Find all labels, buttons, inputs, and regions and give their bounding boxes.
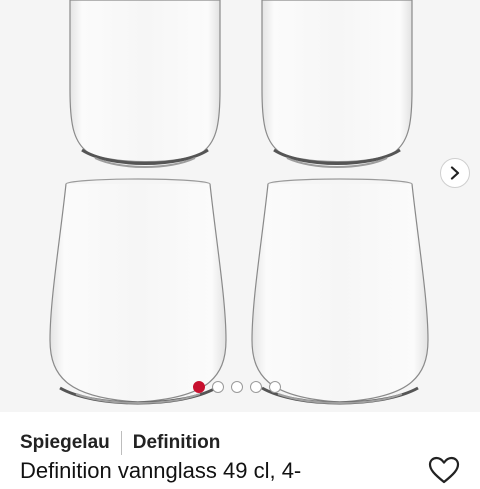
glass-top-right (261, 0, 413, 168)
gallery-dot-1[interactable] (193, 381, 205, 393)
gallery-pagination (193, 380, 293, 394)
gallery-dot-4[interactable] (250, 381, 262, 393)
glass-bottom-right (251, 178, 429, 405)
product-meta: Spiegelau Definition (20, 430, 220, 456)
glass-top-left (69, 0, 221, 168)
product-image-gallery[interactable] (0, 0, 480, 412)
gallery-dot-2[interactable] (212, 381, 224, 393)
series-link[interactable]: Definition (133, 432, 221, 454)
gallery-dot-3[interactable] (231, 381, 243, 393)
next-image-button[interactable] (440, 158, 470, 188)
glass-bottom-left (49, 178, 227, 405)
product-image (49, 0, 429, 405)
gallery-dot-5[interactable] (269, 381, 281, 393)
product-title: Definition vannglass 49 cl, 4- (20, 458, 302, 483)
brand-link[interactable]: Spiegelau (20, 432, 110, 454)
chevron-right-icon (450, 166, 460, 180)
meta-divider (120, 431, 122, 455)
